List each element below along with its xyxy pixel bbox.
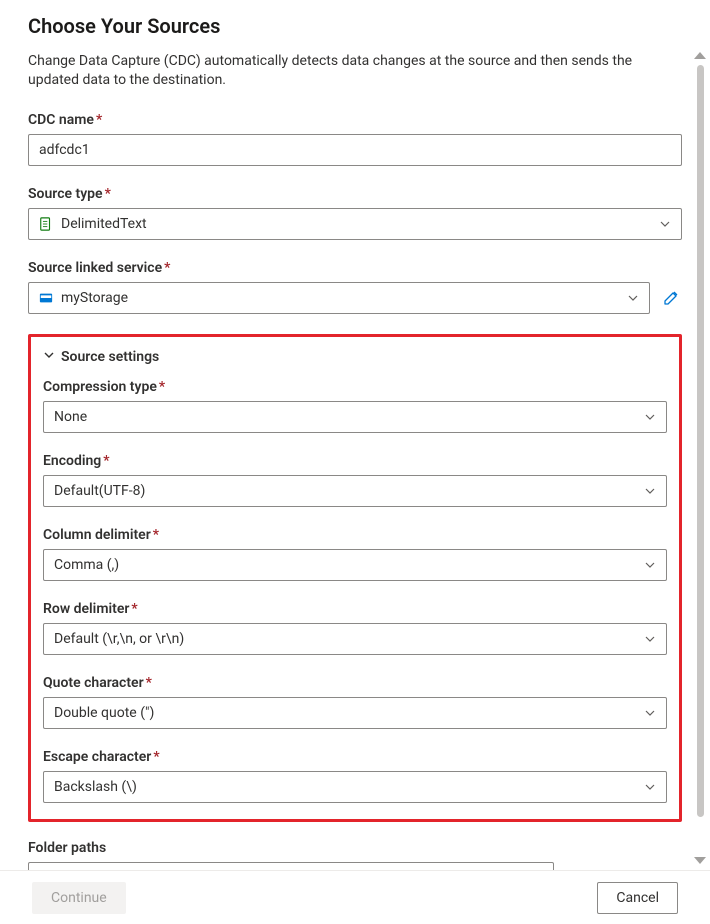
chevron-down-icon bbox=[659, 218, 671, 230]
chevron-down-icon bbox=[644, 633, 656, 645]
page-title: Choose Your Sources bbox=[28, 14, 682, 38]
source-settings-panel: Source settings Compression type* None E… bbox=[28, 334, 682, 822]
scrollbar[interactable] bbox=[692, 52, 708, 864]
scroll-up-icon[interactable] bbox=[694, 52, 706, 59]
encoding-value: Default(UTF-8) bbox=[54, 483, 145, 499]
cdc-name-input[interactable] bbox=[28, 134, 682, 166]
scroll-thumb[interactable] bbox=[697, 65, 704, 817]
cdc-name-label: CDC name* bbox=[28, 112, 682, 128]
edit-linked-service-button[interactable] bbox=[660, 290, 682, 306]
chevron-down-icon bbox=[644, 411, 656, 423]
source-type-value: DelimitedText bbox=[61, 216, 147, 232]
linked-service-value: myStorage bbox=[61, 290, 128, 306]
chevron-down-icon bbox=[644, 707, 656, 719]
source-settings-title: Source settings bbox=[61, 349, 159, 365]
linked-service-label: Source linked service* bbox=[28, 260, 682, 276]
chevron-down-icon bbox=[627, 292, 639, 304]
footer-bar: Continue Cancel bbox=[0, 870, 710, 924]
cancel-button[interactable]: Cancel bbox=[597, 882, 678, 914]
chevron-down-icon bbox=[644, 485, 656, 497]
page-description: Change Data Capture (CDC) automatically … bbox=[28, 52, 682, 90]
escape-select[interactable]: Backslash (\) bbox=[43, 771, 667, 803]
escape-value: Backslash (\) bbox=[54, 779, 137, 795]
compression-select[interactable]: None bbox=[43, 401, 667, 433]
compression-label: Compression type* bbox=[43, 379, 667, 395]
source-type-label: Source type* bbox=[28, 186, 682, 202]
folder-paths-label: Folder paths bbox=[28, 840, 682, 856]
source-type-select[interactable]: DelimitedText bbox=[28, 208, 682, 240]
encoding-select[interactable]: Default(UTF-8) bbox=[43, 475, 667, 507]
quote-value: Double quote (") bbox=[54, 705, 154, 721]
scroll-down-icon[interactable] bbox=[694, 857, 706, 864]
chevron-down-icon bbox=[644, 559, 656, 571]
col-delim-value: Comma (,) bbox=[54, 557, 119, 573]
folder-path-input[interactable] bbox=[28, 862, 554, 870]
row-delim-value: Default (\r,\n, or \r\n) bbox=[54, 631, 184, 647]
quote-label: Quote character* bbox=[43, 675, 667, 691]
source-settings-toggle[interactable]: Source settings bbox=[43, 349, 667, 365]
linked-service-select[interactable]: myStorage bbox=[28, 282, 650, 314]
quote-select[interactable]: Double quote (") bbox=[43, 697, 667, 729]
file-icon bbox=[39, 217, 53, 231]
row-delim-label: Row delimiter* bbox=[43, 601, 667, 617]
storage-icon bbox=[39, 291, 53, 305]
row-delim-select[interactable]: Default (\r,\n, or \r\n) bbox=[43, 623, 667, 655]
chevron-down-icon bbox=[43, 349, 55, 365]
encoding-label: Encoding* bbox=[43, 453, 667, 469]
col-delim-label: Column delimiter* bbox=[43, 527, 667, 543]
compression-value: None bbox=[54, 409, 87, 425]
col-delim-select[interactable]: Comma (,) bbox=[43, 549, 667, 581]
chevron-down-icon bbox=[644, 781, 656, 793]
escape-label: Escape character* bbox=[43, 749, 667, 765]
continue-button: Continue bbox=[32, 882, 126, 914]
